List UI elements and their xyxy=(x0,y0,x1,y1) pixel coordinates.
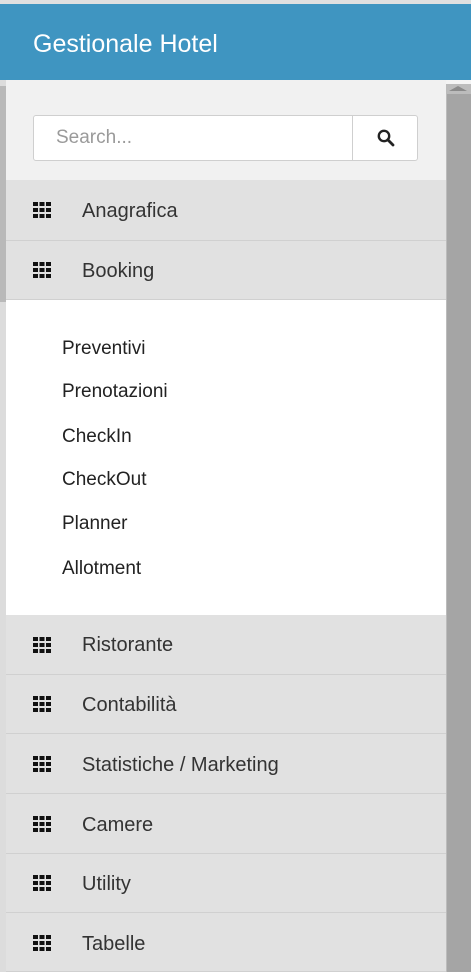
menu-item-label: Utility xyxy=(82,873,131,895)
menu-item-label: Camere xyxy=(82,814,154,836)
submenu-item-checkout[interactable]: CheckOut xyxy=(62,468,146,492)
submenu-item-allotment[interactable]: Allotment xyxy=(62,557,141,581)
menu-item-booking[interactable]: Booking xyxy=(6,241,446,300)
search-input[interactable] xyxy=(33,115,353,161)
menu-item-label: Tabelle xyxy=(82,933,146,955)
menu-item-camere[interactable]: Camere xyxy=(6,794,446,854)
grid-icon xyxy=(33,637,51,653)
submenu-item-preventivi[interactable]: Preventivi xyxy=(62,337,145,361)
menu-item-anagrafica[interactable]: Anagrafica xyxy=(6,180,446,241)
booking-submenu: Preventivi Prenotazioni CheckIn CheckOut… xyxy=(6,300,446,615)
menu-item-label: Contabilità xyxy=(82,694,177,716)
menu-item-label: Booking xyxy=(82,260,155,282)
menu-item-contabilita[interactable]: Contabilità xyxy=(6,675,446,734)
menu-item-label: Anagrafica xyxy=(82,200,178,222)
menu-item-ristorante[interactable]: Ristorante xyxy=(6,615,446,675)
grid-icon xyxy=(33,816,51,832)
grid-icon xyxy=(33,202,51,218)
submenu-item-checkin[interactable]: CheckIn xyxy=(62,425,132,449)
menu-item-utility[interactable]: Utility xyxy=(6,854,446,913)
grid-icon xyxy=(33,875,51,891)
scroll-up-arrow-icon[interactable] xyxy=(449,86,467,91)
app-header: Gestionale Hotel xyxy=(0,4,471,80)
menu-item-label: Statistiche / Marketing xyxy=(82,754,279,776)
menu-item-tabelle[interactable]: Tabelle xyxy=(6,913,446,972)
grid-icon xyxy=(33,262,51,278)
submenu-item-prenotazioni[interactable]: Prenotazioni xyxy=(62,380,168,404)
search-icon xyxy=(377,129,395,147)
grid-icon xyxy=(33,935,51,951)
grid-icon xyxy=(33,696,51,712)
app-title: Gestionale Hotel xyxy=(33,30,218,58)
search-button[interactable] xyxy=(352,115,418,161)
submenu-item-planner[interactable]: Planner xyxy=(62,512,128,536)
menu-item-label: Ristorante xyxy=(82,634,174,656)
menu-item-statistiche-marketing[interactable]: Statistiche / Marketing xyxy=(6,734,446,794)
scrollbar-thumb[interactable] xyxy=(447,94,471,972)
grid-icon xyxy=(33,756,51,772)
